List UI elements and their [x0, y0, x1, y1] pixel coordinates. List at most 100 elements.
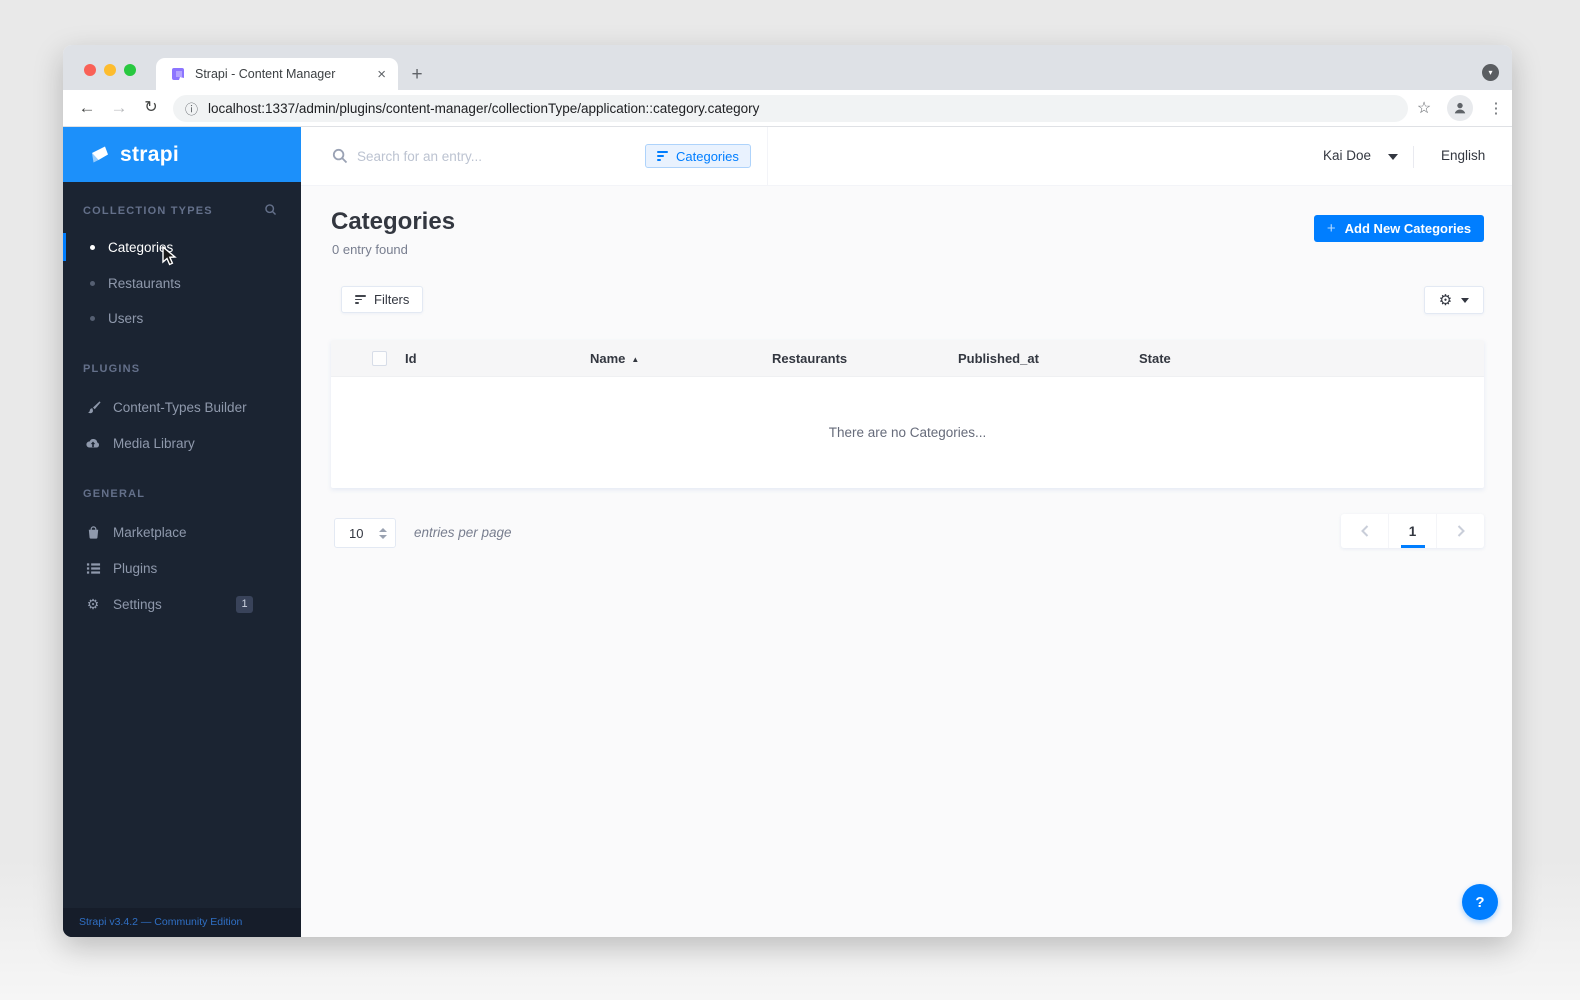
previous-page-button[interactable]	[1341, 514, 1388, 548]
filter-icon	[355, 293, 366, 307]
filter-chip-categories[interactable]: Categories	[645, 144, 751, 168]
desktop-background: Strapi - Content Manager × + ▾ ← → ↻ ⓘ l…	[0, 0, 1580, 1000]
sidebar-item-settings[interactable]: ⚙ Settings 1	[63, 587, 301, 621]
sidebar-item-users[interactable]: Users	[63, 301, 301, 335]
column-header-id[interactable]: Id	[405, 340, 417, 377]
plus-icon: +	[1326, 220, 1336, 237]
header-divider	[767, 127, 768, 186]
filter-chip-label: Categories	[676, 148, 739, 164]
sort-ascending-icon: ▲	[631, 355, 640, 364]
column-header-name[interactable]: Name ▲	[590, 340, 639, 377]
list-icon	[85, 560, 101, 576]
new-tab-button[interactable]: +	[404, 62, 430, 88]
section-heading-collection-types: COLLECTION TYPES	[83, 203, 283, 219]
settings-badge: 1	[236, 595, 253, 613]
section-heading-plugins: PLUGINS	[83, 363, 283, 375]
stepper-icon	[379, 527, 387, 539]
sidebar-item-content-types-builder[interactable]: Content-Types Builder	[63, 390, 301, 424]
header-divider	[1413, 146, 1414, 168]
plugins-heading-label: PLUGINS	[83, 363, 141, 375]
browser-profile-icon[interactable]	[1447, 95, 1473, 121]
strapi-logo[interactable]: strapi	[63, 127, 301, 182]
chevron-down-icon	[1461, 297, 1470, 303]
back-icon[interactable]: ←	[74, 90, 100, 127]
window-close-button[interactable]	[84, 64, 96, 76]
help-button[interactable]: ?	[1462, 884, 1498, 920]
sidebar-item-marketplace[interactable]: Marketplace	[63, 515, 301, 549]
section-heading-general: GENERAL	[83, 488, 283, 500]
strapi-favicon-icon	[172, 68, 184, 80]
pagination: 1	[1341, 514, 1484, 548]
sidebar-item-label: Categories	[108, 239, 174, 255]
entries-per-page-value: 10	[349, 525, 364, 541]
forward-icon[interactable]: →	[106, 90, 132, 127]
strapi-admin-app: strapi COLLECTION TYPES Categories Resta…	[63, 127, 1512, 937]
browser-menu-icon[interactable]: ⋮	[1483, 90, 1509, 127]
chevron-right-icon	[1457, 525, 1465, 537]
current-page-number: 1	[1408, 523, 1417, 539]
site-info-icon[interactable]: ⓘ	[185, 99, 198, 118]
person-icon	[1454, 102, 1466, 114]
sidebar: strapi COLLECTION TYPES Categories Resta…	[63, 127, 301, 937]
sidebar-item-label: Settings	[113, 596, 162, 612]
sidebar-item-label: Restaurants	[108, 275, 181, 291]
sidebar-item-plugins[interactable]: Plugins	[63, 551, 301, 585]
add-new-categories-button[interactable]: + Add New Categories	[1314, 215, 1484, 242]
sidebar-footer-version[interactable]: Strapi v3.4.2 — Community Edition	[63, 908, 301, 937]
url-text: localhost:1337/admin/plugins/content-man…	[208, 101, 760, 116]
bookmark-star-icon[interactable]: ☆	[1411, 90, 1437, 127]
sidebar-item-media-library[interactable]: Media Library	[63, 426, 301, 460]
filters-button[interactable]: Filters	[341, 286, 424, 313]
user-menu[interactable]: Kai Doe	[1323, 148, 1371, 163]
url-bar[interactable]: ⓘ localhost:1337/admin/plugins/content-m…	[173, 95, 1408, 122]
categories-table: Id Name ▲ Restaurants Published_at State …	[331, 340, 1484, 488]
filter-icon	[657, 149, 668, 163]
sidebar-item-categories[interactable]: Categories	[63, 230, 301, 264]
table-settings-button[interactable]: ⚙	[1424, 286, 1484, 314]
browser-tabstrip: Strapi - Content Manager × + ▾	[63, 45, 1512, 90]
entries-per-page-label: entries per page	[414, 525, 512, 540]
window-minimize-button[interactable]	[104, 64, 116, 76]
collection-types-heading-label: COLLECTION TYPES	[83, 205, 213, 217]
tab-title: Strapi - Content Manager	[195, 67, 336, 81]
sidebar-item-label: Marketplace	[113, 524, 187, 540]
general-heading-label: GENERAL	[83, 488, 146, 500]
page-number-button[interactable]: 1	[1388, 514, 1436, 548]
browser-tab[interactable]: Strapi - Content Manager ×	[156, 58, 398, 90]
gear-icon: ⚙	[1438, 291, 1453, 309]
window-zoom-button[interactable]	[124, 64, 136, 76]
chevron-left-icon	[1360, 525, 1368, 537]
column-header-published-at[interactable]: Published_at	[958, 340, 1039, 377]
cloud-upload-icon	[85, 435, 101, 451]
bullet-icon	[90, 315, 95, 321]
tab-search-icon[interactable]: ▾	[1482, 64, 1499, 81]
add-button-label: Add New Categories	[1344, 221, 1472, 236]
column-header-state[interactable]: State	[1139, 340, 1171, 377]
column-header-label: Name	[590, 351, 626, 366]
gear-icon: ⚙	[86, 595, 100, 612]
shopping-bag-icon	[85, 524, 101, 540]
reload-icon[interactable]: ↻	[138, 90, 164, 127]
language-selector[interactable]: English	[1441, 148, 1485, 163]
column-header-restaurants[interactable]: Restaurants	[772, 340, 847, 377]
strapi-logo-icon	[92, 146, 108, 162]
next-page-button[interactable]	[1436, 514, 1484, 548]
bullet-icon	[90, 244, 95, 250]
tab-close-icon[interactable]: ×	[377, 66, 386, 83]
entries-per-page-select[interactable]: 10	[334, 518, 396, 548]
active-indicator	[63, 233, 66, 261]
page-title: Categories	[331, 208, 456, 235]
sidebar-item-label: Users	[108, 310, 144, 326]
content-area: Categories 0 entry found + Add New Categ…	[301, 186, 1512, 937]
sidebar-search-icon[interactable]	[264, 203, 277, 219]
paintbrush-icon	[85, 399, 101, 415]
select-all-checkbox[interactable]	[372, 351, 387, 366]
search-input[interactable]	[357, 142, 627, 170]
sidebar-item-label: Media Library	[113, 435, 195, 451]
sidebar-item-restaurants[interactable]: Restaurants	[63, 266, 301, 300]
filters-button-label: Filters	[374, 292, 410, 307]
sidebar-item-label: Plugins	[113, 560, 158, 576]
chevron-down-icon[interactable]	[1388, 154, 1398, 160]
sidebar-item-label: Content-Types Builder	[113, 399, 247, 415]
strapi-logo-text: strapi	[120, 142, 179, 166]
